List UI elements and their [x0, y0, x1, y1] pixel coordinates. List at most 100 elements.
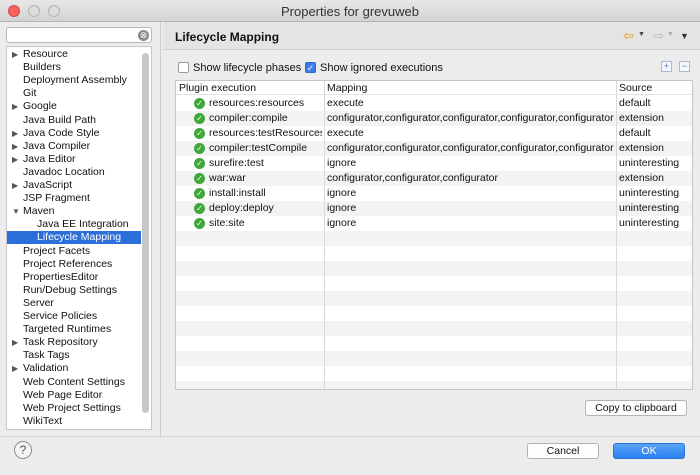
tree-item-label: Google [23, 100, 57, 113]
tree-item[interactable]: Deployment Assembly [7, 74, 141, 87]
view-menu-icon[interactable]: ▼ [680, 31, 689, 41]
tree-item-label: PropertiesEditor [23, 270, 99, 283]
back-arrow-icon[interactable]: ⇦ [623, 28, 634, 44]
column-divider[interactable] [616, 81, 617, 389]
tree-item[interactable]: JSP Fragment [7, 192, 141, 205]
cell-mapping: configurator,configurator,configurator [327, 172, 499, 184]
cell-plugin: resources:resources [209, 97, 305, 109]
filter-input[interactable] [7, 28, 131, 42]
tree-item[interactable]: ▶ Resource [7, 48, 141, 61]
tree-item[interactable]: Project References [7, 258, 141, 271]
cancel-button[interactable]: Cancel [527, 443, 599, 459]
checkbox-box[interactable]: ✓ [305, 62, 316, 73]
cell-mapping: ignore [327, 187, 357, 199]
tree-item-label: Git [23, 87, 37, 100]
tree-item-label: Task Tags [23, 349, 70, 362]
cell-mapping: execute [327, 127, 364, 139]
tree-item[interactable]: ▶ Google [7, 100, 141, 113]
tree-item-label: Web Page Editor [23, 388, 103, 401]
tree-item[interactable]: Web Project Settings [7, 402, 141, 415]
tree-item[interactable]: Git [7, 87, 141, 100]
tree-item-label: Project Facets [23, 244, 91, 257]
tree-item[interactable]: Run/Debug Settings [7, 284, 141, 297]
tree-item-label: Project References [23, 257, 113, 270]
tree-item[interactable]: ▶ Java Code Style [7, 127, 141, 140]
collapsed-arrow-icon[interactable]: ▶ [12, 127, 22, 140]
back-history-dropdown-icon[interactable]: ▼ [638, 31, 645, 38]
tree-item[interactable]: Java EE Integration [7, 218, 141, 231]
expanded-arrow-icon[interactable]: ▼ [12, 205, 22, 218]
tree-item-label: Web Content Settings [23, 375, 125, 388]
column-header-plugin-execution[interactable]: Plugin execution [176, 81, 324, 95]
tree-item[interactable]: Lifecycle Mapping [7, 231, 141, 245]
show-ignored-executions-checkbox[interactable]: ✓ Show ignored executions [305, 61, 445, 75]
tree-item[interactable]: ▶ Java Compiler [7, 140, 141, 153]
footer-divider [0, 436, 700, 437]
tree-item[interactable]: Targeted Runtimes [7, 323, 141, 336]
column-divider[interactable] [324, 81, 325, 389]
tree-item[interactable]: Java Build Path [7, 114, 141, 127]
tree-item[interactable]: Web Content Settings [7, 376, 141, 389]
cell-plugin: site:site [209, 217, 245, 229]
tree-item-label: Validation [23, 362, 69, 375]
tree-item[interactable]: Project Facets [7, 245, 141, 258]
tree-item[interactable]: Server [7, 297, 141, 310]
ok-button[interactable]: OK [613, 443, 685, 459]
column-header-mapping[interactable]: Mapping [324, 81, 616, 95]
tree-item-label: Javadoc Location [23, 165, 105, 178]
tree-item[interactable]: ▼ Maven [7, 205, 141, 218]
column-header-source[interactable]: Source [616, 81, 692, 95]
cell-plugin: deploy:deploy [209, 202, 274, 214]
collapse-all-icon[interactable]: − [679, 61, 690, 72]
cell-source: extension [619, 172, 664, 184]
check-mark-icon: ✓ [194, 98, 205, 109]
tree-item-label: JSP Fragment [23, 192, 90, 205]
property-page-tree[interactable]: ▶ Resource Builders Deployment Assembly Git ▶… [6, 46, 152, 430]
check-mark-icon: ✓ [194, 113, 205, 124]
expand-all-icon[interactable]: + [661, 61, 672, 72]
clear-filter-icon[interactable]: ⊗ [138, 30, 149, 41]
lifecycle-mapping-table[interactable]: Plugin execution Mapping Source ✓ resourc… [175, 80, 693, 390]
tree-item[interactable]: ▶ Validation [7, 362, 141, 375]
cell-mapping: configurator,configurator,configurator,c… [327, 142, 614, 154]
collapsed-arrow-icon[interactable]: ▶ [12, 362, 22, 375]
tree-item[interactable]: ▶ Task Repository [7, 336, 141, 349]
help-icon[interactable]: ? [14, 441, 32, 459]
collapsed-arrow-icon[interactable]: ▶ [12, 336, 22, 349]
collapsed-arrow-icon[interactable]: ▶ [12, 179, 22, 192]
tree-item[interactable]: PropertiesEditor [7, 271, 141, 284]
panel-splitter[interactable] [160, 22, 161, 438]
tree-item-label: Java EE Integration [37, 218, 129, 231]
collapsed-arrow-icon[interactable]: ▶ [12, 48, 22, 61]
collapsed-arrow-icon[interactable]: ▶ [12, 100, 22, 113]
cell-source: extension [619, 142, 664, 154]
collapsed-arrow-icon[interactable]: ▶ [12, 153, 22, 166]
tree-item[interactable]: ▶ JavaScript [7, 179, 141, 192]
checkbox-box[interactable] [178, 62, 189, 73]
check-mark-icon: ✓ [194, 128, 205, 139]
check-mark-icon: ✓ [194, 203, 205, 214]
tree-item[interactable]: WikiText [7, 415, 141, 428]
tree-item[interactable]: ▶ Java Editor [7, 153, 141, 166]
tree-item-label: Java Editor [23, 152, 76, 165]
copy-to-clipboard-button[interactable]: Copy to clipboard [585, 400, 687, 416]
cell-plugin: install:install [209, 187, 266, 199]
tree-item[interactable]: Service Policies [7, 310, 141, 323]
collapsed-arrow-icon[interactable]: ▶ [12, 140, 22, 153]
tree-item[interactable]: Task Tags [7, 349, 141, 362]
filter-field[interactable]: ⊗ [6, 27, 152, 43]
cell-plugin: surefire:test [209, 157, 264, 169]
cell-plugin: resources:testResources [209, 127, 322, 139]
tree-item[interactable]: Web Page Editor [7, 389, 141, 402]
title-bar[interactable]: Properties for grevuweb [0, 0, 700, 22]
show-lifecycle-phases-checkbox[interactable]: Show lifecycle phases [178, 61, 303, 75]
forward-arrow-icon[interactable]: ⇨ [653, 28, 664, 44]
tree-scrollbar[interactable] [142, 53, 149, 413]
cell-source: uninteresting [619, 187, 680, 199]
tree-item-label: Targeted Runtimes [23, 323, 112, 336]
cell-mapping: ignore [327, 217, 357, 229]
tree-item[interactable]: Javadoc Location [7, 166, 141, 179]
tree-item-label: Java Code Style [23, 126, 100, 139]
tree-item[interactable]: Builders [7, 61, 141, 74]
forward-history-dropdown-icon[interactable]: ▼ [667, 31, 674, 38]
